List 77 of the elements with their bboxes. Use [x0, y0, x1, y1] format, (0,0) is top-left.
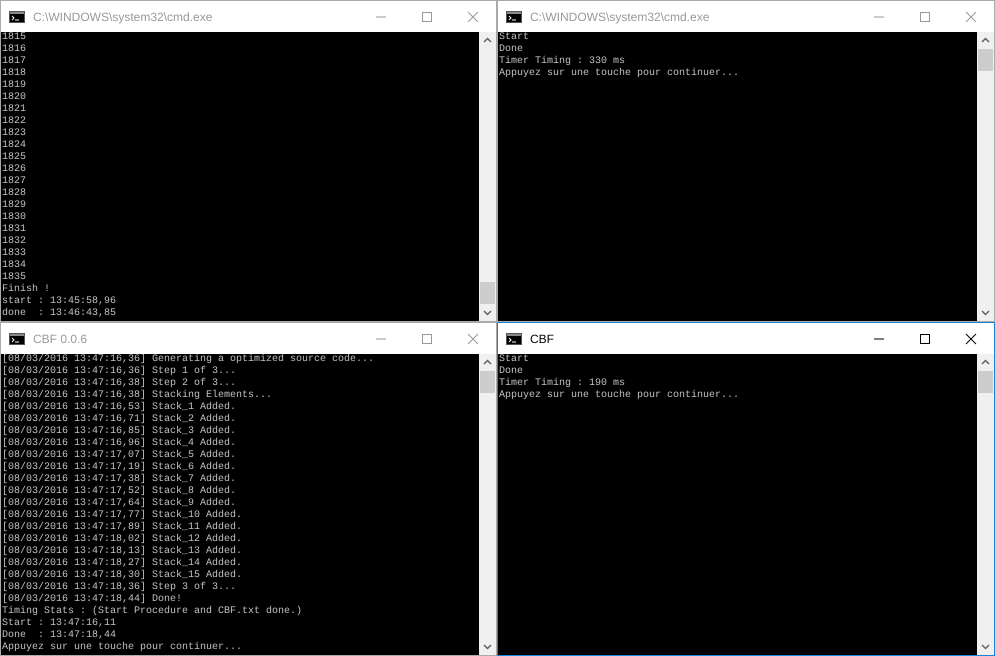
console-icon [9, 332, 25, 344]
console-line: 1824 [2, 140, 28, 152]
maximize-icon [421, 332, 433, 344]
console-line: Appuyez sur une touche pour continuer... [2, 642, 244, 654]
console-line: Appuyez sur une touche pour continuer... [499, 390, 740, 402]
console-line: 1817 [2, 56, 28, 68]
console-line: [08/03/2016 13:47:16,36] Generating a optimized source code... [2, 354, 376, 366]
maximize-icon [919, 332, 931, 344]
close-icon [965, 10, 977, 22]
console-line: [08/03/2016 13:47:16,71] Stack_2 Added. [2, 414, 238, 426]
console-line: 1832 [2, 236, 28, 248]
scroll-thumb[interactable] [480, 371, 495, 393]
console-line: [08/03/2016 13:47:16,53] Stack_1 Added. [2, 402, 238, 414]
console-line: [08/03/2016 13:47:18,27] Stack_14 Added. [2, 558, 244, 570]
console-line: [08/03/2016 13:47:17,77] Stack_10 Added. [2, 510, 244, 522]
console-line: Done : 13:47:18,44 [2, 630, 118, 642]
console-line: [08/03/2016 13:47:17,38] Stack_7 Added. [2, 474, 238, 486]
window-title: CBF 0.0.6 [33, 332, 88, 346]
console-line: [08/03/2016 13:47:17,64] Stack_9 Added. [2, 498, 238, 510]
console-line: 1821 [2, 104, 28, 116]
console-icon [506, 10, 522, 22]
console-line: 1831 [2, 224, 28, 236]
maximize-icon [421, 10, 433, 22]
console-line: [08/03/2016 13:47:17,19] Stack_6 Added. [2, 462, 238, 474]
console-line: Appuyez sur une touche pour continuer... [499, 68, 740, 80]
console-line: [08/03/2016 13:47:17,07] Stack_5 Added. [2, 450, 238, 462]
console-line: [08/03/2016 13:47:17,52] Stack_8 Added. [2, 486, 238, 498]
console-line: 1829 [2, 200, 28, 212]
console-line: Start [499, 32, 530, 44]
console-line: 1833 [2, 248, 28, 260]
close-icon [965, 332, 977, 344]
console-line: Finish ! [2, 284, 52, 296]
console-line: 1828 [2, 188, 28, 200]
console-line: [08/03/2016 13:47:16,38] Stacking Elements... [2, 390, 274, 402]
console-line: [08/03/2016 13:47:16,85] Stack_3 Added. [2, 426, 238, 438]
console-line: [08/03/2016 13:47:16,96] Stack_4 Added. [2, 438, 238, 450]
console-icon [9, 10, 25, 22]
console-line: 1827 [2, 176, 28, 188]
console-line: Start [499, 354, 530, 366]
scroll-thumb[interactable] [480, 282, 495, 304]
console-line: 1825 [2, 152, 28, 164]
window-title: CBF [530, 332, 554, 346]
console-line: Timer Timing : 330 ms [499, 56, 626, 68]
console-line: 1820 [2, 92, 28, 104]
console-line: [08/03/2016 13:47:16,38] Step 2 of 3... [2, 378, 238, 390]
console-line: 1823 [2, 128, 28, 140]
console-line: 1819 [2, 80, 28, 92]
console-icon [506, 332, 522, 344]
window-title: C:\WINDOWS\system32\cmd.exe [530, 10, 710, 24]
console-line: [08/03/2016 13:47:17,89] Stack_11 Added. [2, 522, 244, 534]
console-line: [08/03/2016 13:47:18,36] Step 3 of 3... [2, 582, 238, 594]
console-line: [08/03/2016 13:47:16,36] Step 1 of 3... [2, 366, 238, 378]
console-line: 1830 [2, 212, 28, 224]
close-icon [467, 10, 479, 22]
console-line: 1822 [2, 116, 28, 128]
console-line: [08/03/2016 13:47:18,13] Stack_13 Added. [2, 546, 244, 558]
scroll-thumb[interactable] [978, 49, 993, 71]
console-line: [08/03/2016 13:47:18,02] Stack_12 Added. [2, 534, 244, 546]
console-line: Done [499, 366, 524, 378]
console-line: 1834 [2, 260, 28, 272]
console-line: done : 13:46:43,85 [2, 308, 118, 320]
console-line: 1818 [2, 68, 28, 80]
close-icon [467, 332, 479, 344]
scroll-thumb[interactable] [978, 371, 993, 393]
console-line: [08/03/2016 13:47:18,44] Done! [2, 594, 184, 606]
maximize-icon [919, 10, 931, 22]
console-line: 1815 [2, 32, 28, 44]
console-line: Timing Stats : (Start Procedure and CBF.txt done.) [2, 606, 304, 618]
window-title: C:\WINDOWS\system32\cmd.exe [33, 10, 212, 24]
console-line: [08/03/2016 13:47:18,30] Stack_15 Added. [2, 570, 244, 582]
console-line: Start : 13:47:16,11 [2, 618, 118, 630]
console-line: Timer Timing : 190 ms [499, 378, 626, 390]
console-line: 1816 [2, 44, 28, 56]
console-line: 1835 [2, 272, 28, 284]
console-line: 1826 [2, 164, 28, 176]
console-line: start : 13:45:58,96 [2, 296, 118, 308]
console-line: Done [499, 44, 524, 56]
